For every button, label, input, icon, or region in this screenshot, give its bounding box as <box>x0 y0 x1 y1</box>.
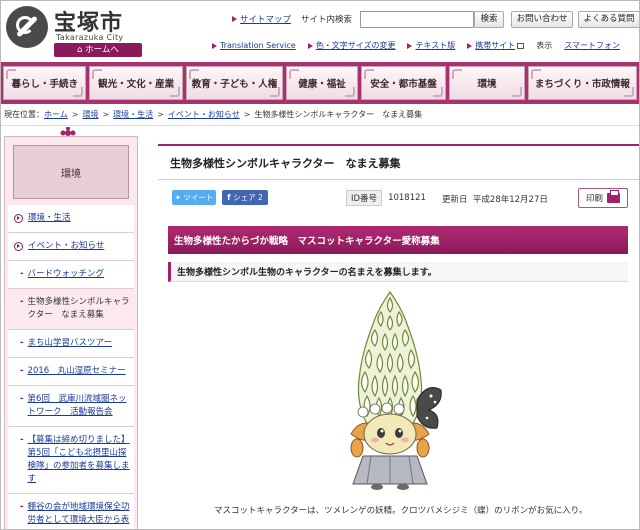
tweet-button[interactable]: ✦ ツイート <box>172 190 216 205</box>
dash-icon: - <box>20 366 24 376</box>
subsection-heading: 生物多様性シンボル生物のキャラクターの名まえを募集します。 <box>168 262 628 282</box>
dash-icon: - <box>20 297 24 307</box>
smartphone-link[interactable]: スマートフォン <box>564 40 620 51</box>
updated-date: 更新日 平成28年12月27日 <box>442 195 548 205</box>
site-header: 宝塚市 Takarazuka City ⌂ ホームへ サイトマップ サイト内検索… <box>0 0 640 62</box>
mobile-site-link[interactable]: 携帯サイト <box>467 40 525 51</box>
arrow-icon <box>307 42 313 49</box>
nav-item-tourism[interactable]: 観光・文化・産業 <box>89 66 183 100</box>
external-window-icon <box>517 42 525 49</box>
search-label: サイト内検索 <box>301 15 353 25</box>
main-content: 生物多様性シンボルキャラクター なまえ募集 ✦ ツイート f シェア 2 ID番… <box>158 136 640 530</box>
utility-row-bottom: Translation Service 色・文字サイズの変更 テキスト版 携帯サ… <box>212 40 632 51</box>
mascot-caption: マスコットキャラクターは、ツメレンゲの妖精。クロツバメシジミ（蝶）のリボンがお気… <box>214 506 588 516</box>
mascot-character-image <box>350 290 442 490</box>
utility-row-top: サイトマップ サイト内検索 <box>232 10 475 28</box>
dash-icon: - <box>20 394 24 404</box>
dash-icon: - <box>20 269 24 279</box>
display-label: 表示 <box>536 41 553 50</box>
id-label: ID番号 <box>346 190 383 206</box>
page-id: ID番号 1018121 <box>346 190 426 206</box>
arrow-icon <box>232 16 237 22</box>
nav-item-city-planning[interactable]: まちづくり・市政情報 <box>527 66 637 100</box>
print-button[interactable]: 印刷 <box>578 188 628 208</box>
circle-arrow-icon <box>14 214 23 223</box>
sidebar-item[interactable]: - まち山学習バスツアー <box>8 330 134 358</box>
page-title: 生物多様性シンボルキャラクター なまえ募集 <box>158 144 640 180</box>
contact-button[interactable]: お問い合わせ <box>511 11 573 28</box>
dash-icon: - <box>20 502 24 512</box>
sidebar-item[interactable]: - 【募集は締め切りました】第5回「こども北摂里山探検隊」の参加者を募集します <box>8 427 134 494</box>
dash-icon: - <box>20 435 24 445</box>
nav-item-education[interactable]: 教育・子ども・人権 <box>185 66 284 100</box>
nav-item-living[interactable]: 暮らし・手続き <box>3 66 87 100</box>
breadcrumb-current: 生物多様性シンボルキャラクター なまえ募集 <box>254 110 423 119</box>
breadcrumb: 現在位置： ホーム > 環境 > 環境・生活 > イベント・お知らせ > 生物多様性シン… <box>0 104 640 126</box>
sidebar: 環境 環境・生活 イベント・お知らせ - バードウォッチング - 生物多様性シンボル… <box>4 136 138 530</box>
nav-item-environment[interactable]: 環境 <box>449 66 525 100</box>
sidebar-item[interactable]: -2016 丸山湿原セミナー <box>8 358 134 386</box>
dash-icon: - <box>20 338 24 348</box>
city-emblem-icon <box>6 6 48 48</box>
search-input[interactable] <box>360 10 475 28</box>
search-button[interactable]: 検索 <box>474 11 504 28</box>
arrow-icon <box>407 42 413 49</box>
sidebar-item[interactable]: - 第6回 武庫川流域圏ネットワーク 活動報告会 <box>8 386 134 427</box>
sidebar-heading: 環境 <box>13 145 129 199</box>
breadcrumb-environment[interactable]: 環境 <box>82 109 98 120</box>
faq-button[interactable]: よくある質問 <box>578 11 640 28</box>
sitemap-link[interactable]: サイトマップ <box>232 13 291 25</box>
breadcrumb-home[interactable]: ホーム <box>44 109 68 120</box>
global-nav: 暮らし・手続き 観光・文化・産業 教育・子ども・人権 健康・福祉 安全・都市基盤… <box>0 62 640 104</box>
sidebar-item[interactable]: 環境・生活 <box>8 205 134 233</box>
section-heading: 生物多様性たからづか戦略 マスコットキャラクター愛称募集 <box>168 226 628 254</box>
arrow-icon <box>212 42 217 49</box>
circle-arrow-icon <box>14 242 23 251</box>
translation-link[interactable]: Translation Service <box>212 41 296 50</box>
nav-item-safety[interactable]: 安全・都市基盤 <box>360 66 447 100</box>
sidebar-item[interactable]: - 棚谷の会が地域環境保全功労者として環境大臣から表 <box>8 494 134 529</box>
id-value: 1018121 <box>388 193 426 203</box>
arrow-icon <box>467 42 473 49</box>
sidebar-item[interactable]: イベント・お知らせ <box>8 233 134 261</box>
color-text-size-link[interactable]: 色・文字サイズの変更 <box>307 40 395 51</box>
breadcrumb-environment-life[interactable]: 環境・生活 <box>113 109 153 120</box>
text-version-link[interactable]: テキスト版 <box>407 40 455 51</box>
home-button[interactable]: ⌂ ホームへ <box>54 43 142 57</box>
printer-icon <box>607 190 620 203</box>
facebook-share-button[interactable]: f シェア 2 <box>222 190 268 205</box>
sidebar-item-current[interactable]: - 生物多様性シンボルキャラクター なまえ募集 <box>8 289 134 330</box>
logo-english-name: Takarazuka City <box>56 33 124 42</box>
home-icon: ⌂ <box>77 45 83 55</box>
page-meta: ✦ ツイート f シェア 2 ID番号 1018121 更新日 平成28年12月… <box>158 188 640 218</box>
breadcrumb-events[interactable]: イベント・お知らせ <box>168 109 240 120</box>
nav-item-health[interactable]: 健康・福祉 <box>286 66 358 100</box>
breadcrumb-prefix: 現在位置： <box>4 110 44 119</box>
home-label: ホームへ <box>85 45 119 55</box>
sidebar-item[interactable]: - バードウォッチング <box>8 261 134 289</box>
site-logo[interactable]: 宝塚市 Takarazuka City ⌂ ホームへ <box>6 6 144 57</box>
twitter-icon: ✦ <box>174 193 184 202</box>
